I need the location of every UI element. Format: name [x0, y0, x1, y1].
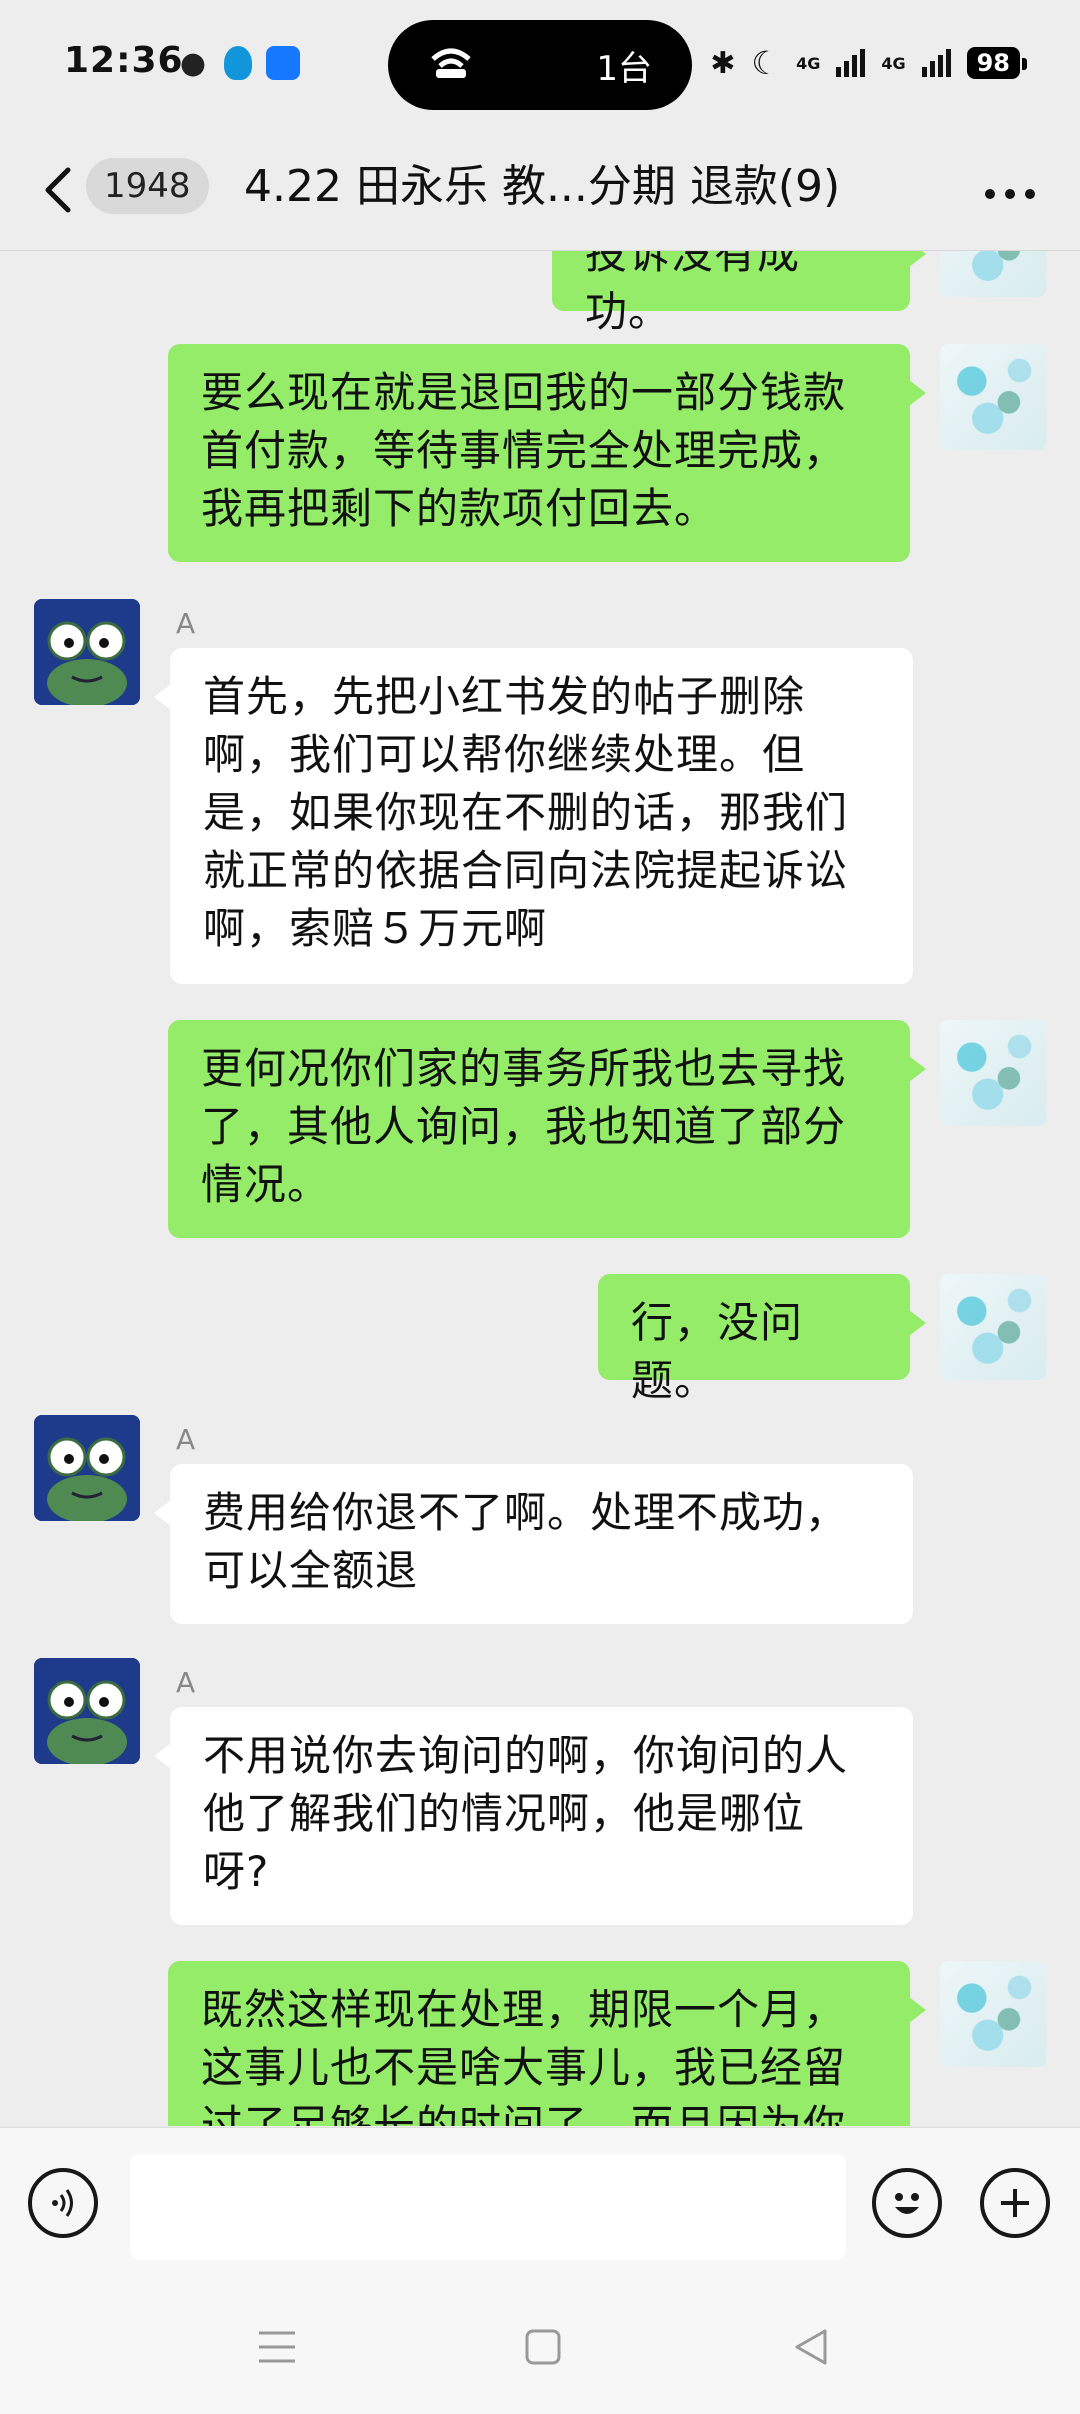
app-notification-icon	[266, 46, 300, 80]
moon-icon: ☾	[751, 44, 781, 82]
signal-icon-2	[921, 49, 951, 77]
back-triangle-icon[interactable]	[786, 2322, 836, 2372]
home-square-icon[interactable]	[518, 2322, 568, 2372]
contact-avatar[interactable]	[34, 599, 140, 705]
wechat-notification-icon: ●	[179, 45, 207, 81]
network-label-2: 4G	[881, 53, 906, 73]
my-avatar[interactable]	[940, 1961, 1046, 2067]
my-avatar[interactable]	[940, 1274, 1046, 1380]
unread-count-badge[interactable]: 1948	[86, 158, 209, 214]
dynamic-island: 1台	[388, 20, 692, 110]
message-bubble-received[interactable]: 费用给你退不了啊。处理不成功， 可以全额退	[154, 1464, 913, 1624]
chat-header: 1948 4.22 田永乐 教...分期 退款(9)	[0, 130, 1080, 251]
my-avatar[interactable]	[940, 344, 1046, 450]
contact-avatar[interactable]	[34, 1415, 140, 1521]
plus-icon[interactable]	[980, 2168, 1050, 2238]
voice-icon[interactable]	[28, 2168, 98, 2238]
contact-avatar[interactable]	[34, 1658, 140, 1764]
menu-icon[interactable]	[252, 2322, 302, 2372]
my-avatar[interactable]	[940, 251, 1046, 297]
status-bar: 12:36 ● 1台 ✱ ☾ 4G 4G 98	[0, 0, 1080, 130]
status-time: 12:36	[64, 40, 184, 81]
chevron-left-icon[interactable]	[38, 160, 78, 220]
sender-name: A	[176, 1666, 196, 1699]
input-bar	[0, 2127, 1080, 2278]
network-label-1: 4G	[796, 53, 821, 73]
notification-icons: ●	[176, 45, 300, 81]
message-input[interactable]	[130, 2154, 846, 2260]
message-list[interactable]: 投诉没有成功。 要么现在就是退回我的一部分钱款 首付款，等待事情完全处理完成， …	[0, 251, 1080, 2126]
message-bubble-sent[interactable]: 投诉没有成功。	[552, 251, 926, 336]
message-bubble-sent[interactable]: 要么现在就是退回我的一部分钱款 首付款，等待事情完全处理完成， 我再把剩下的款项…	[168, 344, 926, 562]
message-bubble-sent[interactable]: 更何况你们家的事务所我也去寻找 了，其他人询问，我也知道了部分 情况。	[168, 1020, 926, 1238]
system-navigation-bar	[0, 2277, 1080, 2414]
message-bubble-sent[interactable]: 行，没问题。	[598, 1274, 926, 1405]
message-bubble-sent[interactable]: 既然这样现在处理，期限一个月， 这事儿也不是啥大事儿，我已经留 过了足够长的时间…	[168, 1961, 926, 2126]
message-bubble-received[interactable]: 不用说你去询问的啊，你询问的人 他了解我们的情况啊，他是哪位 呀?	[154, 1707, 913, 1925]
pill-text: 1台	[596, 48, 652, 89]
signal-icon-1	[836, 49, 866, 77]
emoji-icon[interactable]	[872, 2168, 942, 2238]
bluetooth-icon: ✱	[710, 45, 736, 81]
sender-name: A	[176, 1423, 196, 1456]
hotspot-icon	[428, 43, 474, 88]
message-bubble-received[interactable]: 首先，先把小红书发的帖子删除 啊，我们可以帮你继续处理。但 是，如果你现在不删的…	[154, 648, 913, 984]
my-avatar[interactable]	[940, 1020, 1046, 1126]
sender-name: A	[176, 607, 196, 640]
battery-icon: 98	[966, 47, 1028, 79]
more-dots-icon[interactable]	[982, 168, 1038, 208]
chat-title: 4.22 田永乐 教...分期 退款(9)	[244, 161, 841, 212]
qq-notification-icon	[224, 46, 252, 80]
system-status-icons: ✱ ☾ 4G 4G 98	[710, 44, 1028, 82]
